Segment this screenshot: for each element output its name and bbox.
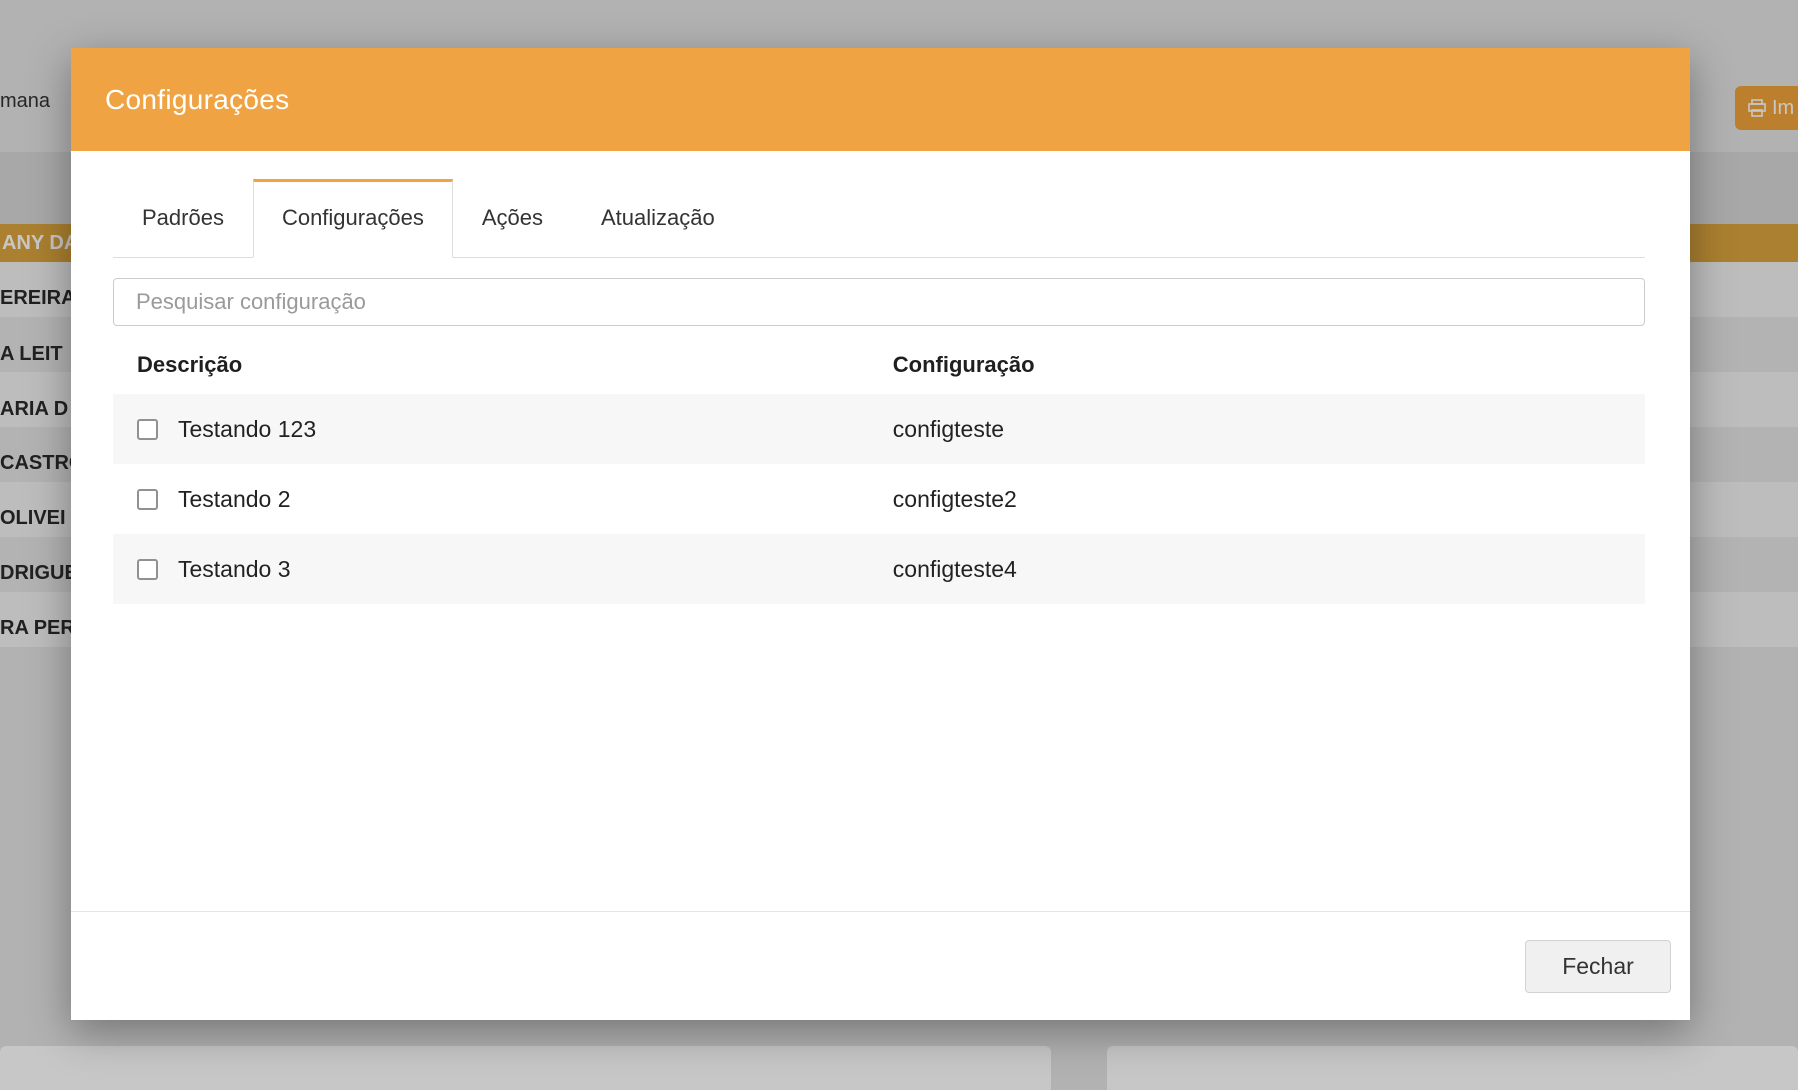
- row-config-value: configteste: [893, 416, 1645, 443]
- modal-body: Padrões Configurações Ações Atualização …: [71, 151, 1690, 911]
- tab-bar: Padrões Configurações Ações Atualização: [113, 178, 1645, 258]
- row-description: Testando 123: [178, 416, 316, 443]
- row-config-value: configteste4: [893, 556, 1645, 583]
- row-config-value: configteste2: [893, 486, 1645, 513]
- tab-padroes[interactable]: Padrões: [113, 178, 253, 257]
- tab-atualizacao[interactable]: Atualização: [572, 178, 744, 257]
- row-checkbox[interactable]: [137, 559, 158, 580]
- row-description: Testando 3: [178, 556, 291, 583]
- settings-modal: Configurações Padrões Configurações Açõe…: [71, 48, 1690, 1020]
- modal-title: Configurações: [105, 84, 289, 116]
- row-checkbox[interactable]: [137, 419, 158, 440]
- row-checkbox[interactable]: [137, 489, 158, 510]
- column-header-config: Configuração: [893, 352, 1645, 378]
- table-header: Descrição Configuração: [113, 352, 1645, 394]
- tab-configuracoes[interactable]: Configurações: [253, 179, 453, 258]
- table-row: Testando 2 configteste2: [113, 464, 1645, 534]
- table-row: Testando 3 configteste4: [113, 534, 1645, 604]
- config-table: Descrição Configuração Testando 123 conf…: [113, 352, 1645, 604]
- search-input[interactable]: [113, 278, 1645, 326]
- close-button[interactable]: Fechar: [1525, 940, 1671, 993]
- modal-header: Configurações: [71, 48, 1690, 151]
- table-row: Testando 123 configteste: [113, 394, 1645, 464]
- modal-footer: Fechar: [71, 911, 1690, 1020]
- column-header-description: Descrição: [113, 352, 893, 378]
- row-description: Testando 2: [178, 486, 291, 513]
- tab-acoes[interactable]: Ações: [453, 178, 572, 257]
- screen: mana Im ANY DA EREIRA A LEIT ARIA: [0, 0, 1798, 1090]
